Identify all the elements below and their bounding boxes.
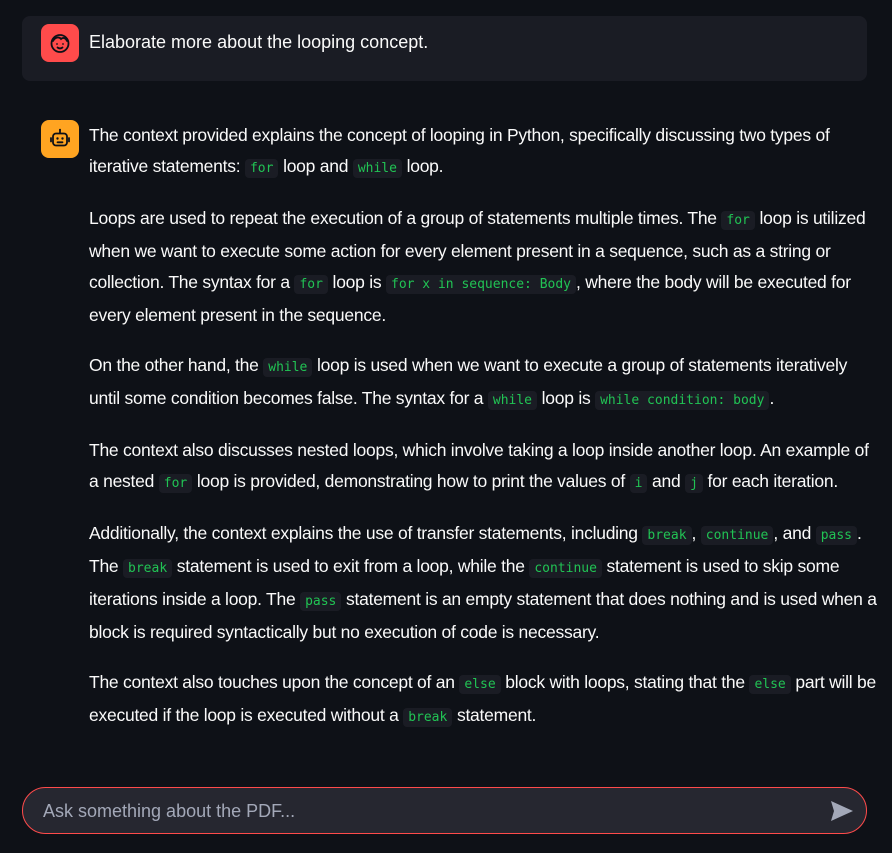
inline-code: break xyxy=(123,559,173,578)
text-segment: loop is xyxy=(537,388,596,408)
inline-code: for xyxy=(294,275,328,294)
inline-code: for x in sequence: Body xyxy=(386,275,577,294)
inline-code: i xyxy=(629,474,648,493)
assistant-paragraph: The context provided explains the concep… xyxy=(89,120,879,184)
assistant-avatar xyxy=(41,120,79,158)
assistant-paragraph: Additionally, the context explains the u… xyxy=(89,518,879,648)
text-segment: loop is provided, demonstrating how to p… xyxy=(192,471,630,491)
inline-code: for xyxy=(158,474,193,493)
text-segment: and xyxy=(647,471,686,491)
chat-input-box xyxy=(22,787,867,835)
user-avatar xyxy=(41,24,79,62)
inline-code: for xyxy=(244,159,279,178)
inline-code: for xyxy=(721,211,755,230)
inline-code: else xyxy=(749,675,791,694)
inline-code: pass xyxy=(815,526,857,545)
text-segment: statement. xyxy=(452,705,537,725)
text-segment: , xyxy=(691,523,701,543)
assistant-paragraph: The context also touches upon the concep… xyxy=(89,667,879,733)
text-segment: The context provided explains the concep… xyxy=(89,125,830,176)
assistant-paragraph: On the other hand, the while loop is use… xyxy=(89,350,879,416)
send-icon xyxy=(831,801,853,821)
inline-code: continue xyxy=(700,526,774,545)
inline-code: break xyxy=(642,526,692,545)
text-segment: On the other hand, the xyxy=(89,355,264,375)
inline-code: while xyxy=(487,391,538,410)
inline-code: break xyxy=(403,708,453,727)
text-segment: block with loops, stating that the xyxy=(500,672,750,692)
inline-code: while condition: body xyxy=(595,391,770,410)
chat-input-field[interactable] xyxy=(41,788,825,835)
text-segment: Loops are used to repeat the execution o… xyxy=(89,208,722,228)
bot-icon xyxy=(50,128,70,147)
user-message-text: Elaborate more about the looping concept… xyxy=(89,32,429,52)
inline-code: continue xyxy=(529,559,602,578)
text-segment: for each iteration. xyxy=(702,471,839,491)
text-segment: The context also touches upon the concep… xyxy=(89,672,460,692)
assistant-message: The context provided explains the concep… xyxy=(89,120,879,752)
text-segment: loop and xyxy=(278,156,353,176)
assistant-paragraph: The context also discusses nested loops,… xyxy=(89,435,879,499)
send-button[interactable] xyxy=(828,797,856,825)
inline-code: j xyxy=(685,474,703,493)
text-segment: loop is xyxy=(327,272,386,292)
text-segment: loop. xyxy=(401,156,444,176)
user-face-icon xyxy=(50,34,70,53)
assistant-paragraph: Loops are used to repeat the execution o… xyxy=(89,203,879,331)
inline-code: while xyxy=(263,358,313,377)
inline-code: while xyxy=(352,159,402,178)
text-segment: , and xyxy=(773,523,816,543)
inline-code: pass xyxy=(300,592,342,611)
text-segment: . xyxy=(769,388,775,408)
text-segment: Additionally, the context explains the u… xyxy=(89,523,643,543)
text-segment: statement is used to exit from a loop, w… xyxy=(172,556,530,576)
inline-code: else xyxy=(459,675,501,694)
user-message: Elaborate more about the looping concept… xyxy=(22,16,867,81)
